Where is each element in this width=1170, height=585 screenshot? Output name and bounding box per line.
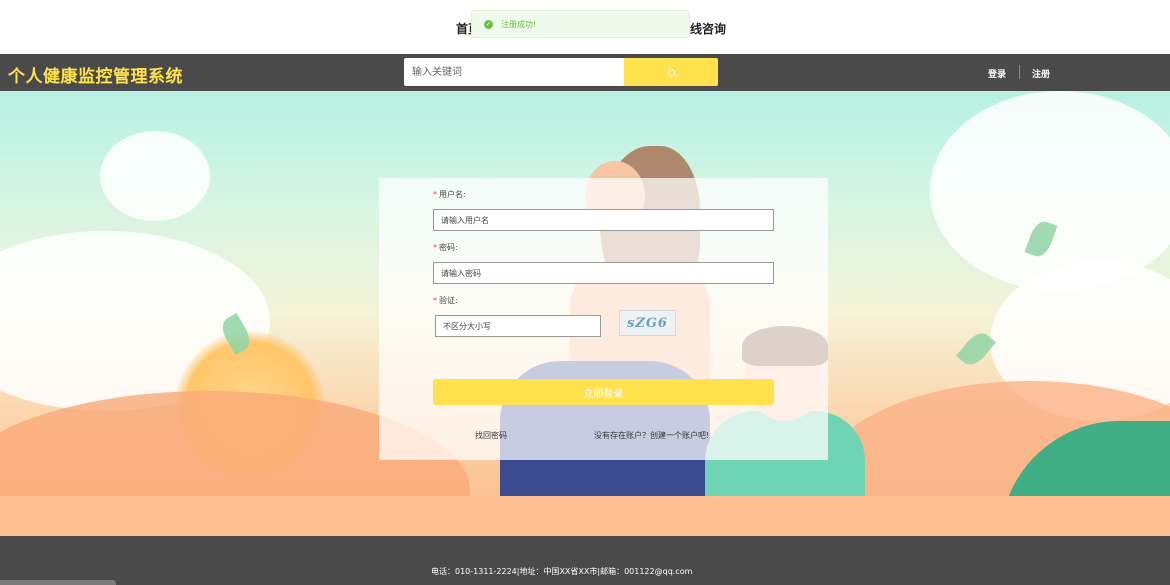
nav-item-consult[interactable]: 线咨询 [690, 20, 726, 37]
success-toast: ✓ 注册成功! [471, 10, 690, 38]
cloud-shape [930, 91, 1170, 291]
login-button[interactable]: 立即登录 [433, 379, 774, 405]
search-button[interactable] [624, 58, 718, 86]
login-link[interactable]: 登录 [988, 67, 1006, 80]
site-brand: 个人健康监控管理系统 [8, 67, 183, 87]
forgot-password-link[interactable]: 找回密码 [475, 430, 507, 441]
password-input[interactable] [433, 262, 774, 284]
footer-scroll-stub [0, 580, 116, 585]
footer: 电话：010-1311-2224|地址：中国XX省XX市|邮箱：001122@q… [0, 536, 1170, 585]
search-icon [667, 68, 675, 76]
captcha-image[interactable]: sZG6 [619, 310, 676, 336]
username-input[interactable] [433, 209, 774, 231]
header-bar: 个人健康监控管理系统 登录 注册 [0, 54, 1170, 91]
password-label: * 密码: [433, 243, 458, 252]
login-form: *用户名: *密码: *验证: sZG6 立即登录 找回密码 没有存在账户？创建… [379, 178, 828, 460]
check-circle-icon: ✓ [484, 19, 493, 29]
captcha-input[interactable] [435, 315, 601, 337]
username-label: * 用户名: [433, 190, 466, 199]
captcha-label: * 验证: [433, 296, 458, 305]
cloud-shape [100, 131, 210, 221]
toast-message: 注册成功! [501, 19, 537, 29]
ground-shape [0, 496, 1170, 536]
search-input[interactable] [404, 58, 625, 86]
register-link[interactable]: 注册 [1032, 67, 1050, 80]
header-divider [1019, 65, 1020, 79]
footer-contact: 电话：010-1311-2224|地址：中国XX省XX市|邮箱：001122@q… [431, 567, 693, 576]
create-account-link[interactable]: 没有存在账户？创建一个账户吧! [594, 430, 709, 441]
